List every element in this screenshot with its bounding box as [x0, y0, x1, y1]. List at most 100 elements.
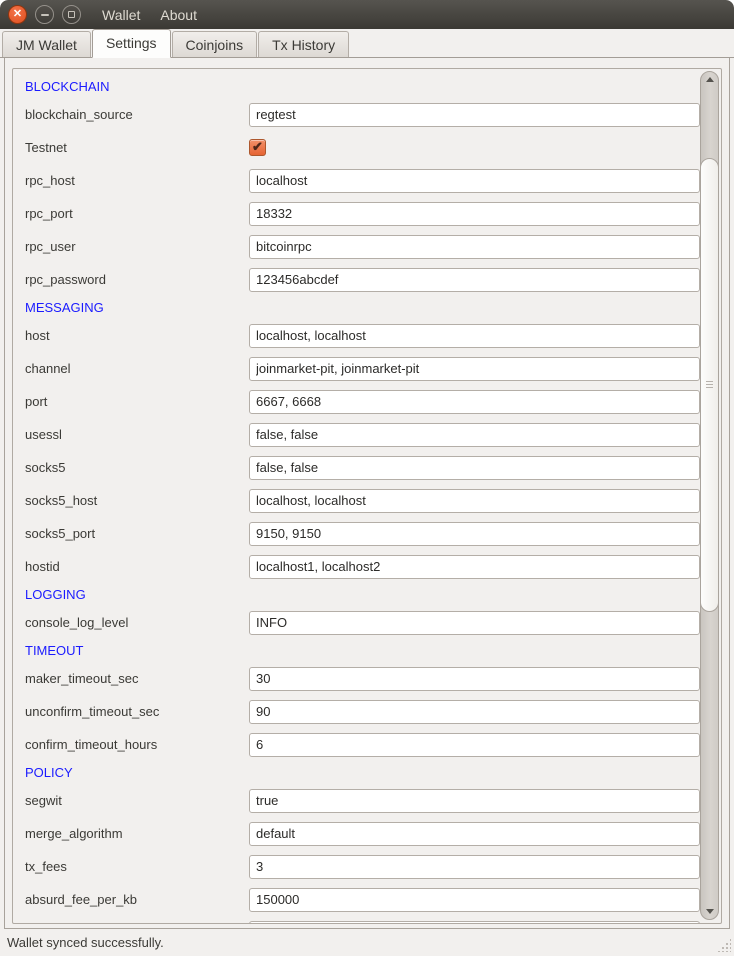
- section-heading-label: MESSAGING: [25, 300, 104, 315]
- tab-tx-history[interactable]: Tx History: [258, 31, 349, 57]
- field-label: Testnet: [25, 140, 249, 155]
- settings-form: BLOCKCHAINblockchain_sourceTestnet✔rpc_h…: [13, 69, 721, 924]
- field-label: socks5: [25, 460, 249, 475]
- settings-row-hostid: hostid: [13, 550, 721, 583]
- settings-row-blockchain-source: blockchain_source: [13, 98, 721, 131]
- settings-tab-pane: BLOCKCHAINblockchain_sourceTestnet✔rpc_h…: [4, 58, 730, 929]
- checkmark-icon: ✔: [252, 139, 263, 155]
- settings-row-host: host: [13, 319, 721, 352]
- unnamed-input[interactable]: [249, 921, 700, 925]
- rpc-password-input[interactable]: [249, 268, 700, 292]
- scrollbar-grip-icon: [706, 381, 713, 389]
- settings-row-merge-algorithm: merge_algorithm: [13, 817, 721, 850]
- settings-row-rpc-host: rpc_host: [13, 164, 721, 197]
- close-window-button[interactable]: ✕: [8, 5, 27, 24]
- maximize-window-button[interactable]: [62, 5, 81, 24]
- settings-row-absurd-fee-per-kb: absurd_fee_per_kb: [13, 883, 721, 916]
- field-label: rpc_port: [25, 206, 249, 221]
- absurd-fee-per-kb-input[interactable]: [249, 888, 700, 912]
- field-label: usessl: [25, 427, 249, 442]
- settings-row-socks5-port: socks5_port: [13, 517, 721, 550]
- tx-fees-input[interactable]: [249, 855, 700, 879]
- settings-row-maker-timeout-sec: maker_timeout_sec: [13, 662, 721, 695]
- titlebar: ✕ Wallet About: [0, 0, 734, 29]
- field-label: segwit: [25, 793, 249, 808]
- resize-grip[interactable]: [717, 938, 731, 952]
- settings-row-unconfirm-timeout-sec: unconfirm_timeout_sec: [13, 695, 721, 728]
- blockchain-source-input[interactable]: [249, 103, 700, 127]
- settings-row-unnamed: [13, 916, 721, 924]
- settings-row-rpc-port: rpc_port: [13, 197, 721, 230]
- section-heading-label: TIMEOUT: [25, 643, 84, 658]
- section-heading-logging: LOGGING: [13, 583, 721, 606]
- field-label: confirm_timeout_hours: [25, 737, 249, 752]
- settings-row-socks5-host: socks5_host: [13, 484, 721, 517]
- close-icon: ✕: [13, 9, 22, 20]
- field-label: channel: [25, 361, 249, 376]
- segwit-input[interactable]: [249, 789, 700, 813]
- settings-row-tx-fees: tx_fees: [13, 850, 721, 883]
- scrollbar-down-arrow-icon[interactable]: [706, 909, 714, 914]
- section-heading-label: LOGGING: [25, 587, 86, 602]
- menubar: Wallet About: [92, 7, 207, 23]
- field-label: tx_fees: [25, 859, 249, 874]
- field-label: rpc_user: [25, 239, 249, 254]
- menu-wallet[interactable]: Wallet: [92, 7, 150, 23]
- field-label: rpc_host: [25, 173, 249, 188]
- scrollbar[interactable]: [700, 71, 719, 920]
- console-log-level-input[interactable]: [249, 611, 700, 635]
- field-label: merge_algorithm: [25, 826, 249, 841]
- rpc-user-input[interactable]: [249, 235, 700, 259]
- field-label: host: [25, 328, 249, 343]
- minimize-window-button[interactable]: [35, 5, 54, 24]
- host-input[interactable]: [249, 324, 700, 348]
- rpc-port-input[interactable]: [249, 202, 700, 226]
- field-label: unconfirm_timeout_sec: [25, 704, 249, 719]
- scrollbar-thumb[interactable]: [700, 158, 719, 612]
- testnet-checkbox[interactable]: ✔: [249, 139, 266, 156]
- field-label: hostid: [25, 559, 249, 574]
- tab-settings[interactable]: Settings: [92, 29, 171, 58]
- socks5-input[interactable]: [249, 456, 700, 480]
- merge-algorithm-input[interactable]: [249, 822, 700, 846]
- tab-jm-wallet[interactable]: JM Wallet: [2, 31, 91, 57]
- channel-input[interactable]: [249, 357, 700, 381]
- unconfirm-timeout-sec-input[interactable]: [249, 700, 700, 724]
- settings-row-console-log-level: console_log_level: [13, 606, 721, 639]
- hostid-input[interactable]: [249, 555, 700, 579]
- section-heading-label: POLICY: [25, 765, 73, 780]
- rpc-host-input[interactable]: [249, 169, 700, 193]
- section-heading-blockchain: BLOCKCHAIN: [13, 75, 721, 98]
- maximize-icon: [68, 11, 75, 18]
- field-label: socks5_host: [25, 493, 249, 508]
- field-label: console_log_level: [25, 615, 249, 630]
- status-message: Wallet synced successfully.: [7, 935, 164, 950]
- settings-row-segwit: segwit: [13, 784, 721, 817]
- socks5-host-input[interactable]: [249, 489, 700, 513]
- field-label: maker_timeout_sec: [25, 671, 249, 686]
- section-heading-messaging: MESSAGING: [13, 296, 721, 319]
- settings-row-rpc-user: rpc_user: [13, 230, 721, 263]
- tab-coinjoins[interactable]: Coinjoins: [172, 31, 258, 57]
- settings-row-channel: channel: [13, 352, 721, 385]
- app-window: ✕ Wallet About JM WalletSettingsCoinjoin…: [0, 0, 734, 956]
- settings-row-socks5: socks5: [13, 451, 721, 484]
- field-label: absurd_fee_per_kb: [25, 892, 249, 907]
- port-input[interactable]: [249, 390, 700, 414]
- minimize-icon: [41, 14, 49, 16]
- section-heading-timeout: TIMEOUT: [13, 639, 721, 662]
- window-controls: ✕: [0, 5, 81, 24]
- usessl-input[interactable]: [249, 423, 700, 447]
- field-label: port: [25, 394, 249, 409]
- settings-row-testnet: Testnet✔: [13, 131, 721, 164]
- settings-scroll-area: BLOCKCHAINblockchain_sourceTestnet✔rpc_h…: [12, 68, 722, 924]
- section-heading-policy: POLICY: [13, 761, 721, 784]
- field-label: socks5_port: [25, 526, 249, 541]
- maker-timeout-sec-input[interactable]: [249, 667, 700, 691]
- scrollbar-up-arrow-icon[interactable]: [706, 77, 714, 82]
- menu-about[interactable]: About: [150, 7, 207, 23]
- socks5-port-input[interactable]: [249, 522, 700, 546]
- tab-bar: JM WalletSettingsCoinjoinsTx History: [0, 29, 734, 58]
- confirm-timeout-hours-input[interactable]: [249, 733, 700, 757]
- status-bar: Wallet synced successfully.: [0, 929, 734, 955]
